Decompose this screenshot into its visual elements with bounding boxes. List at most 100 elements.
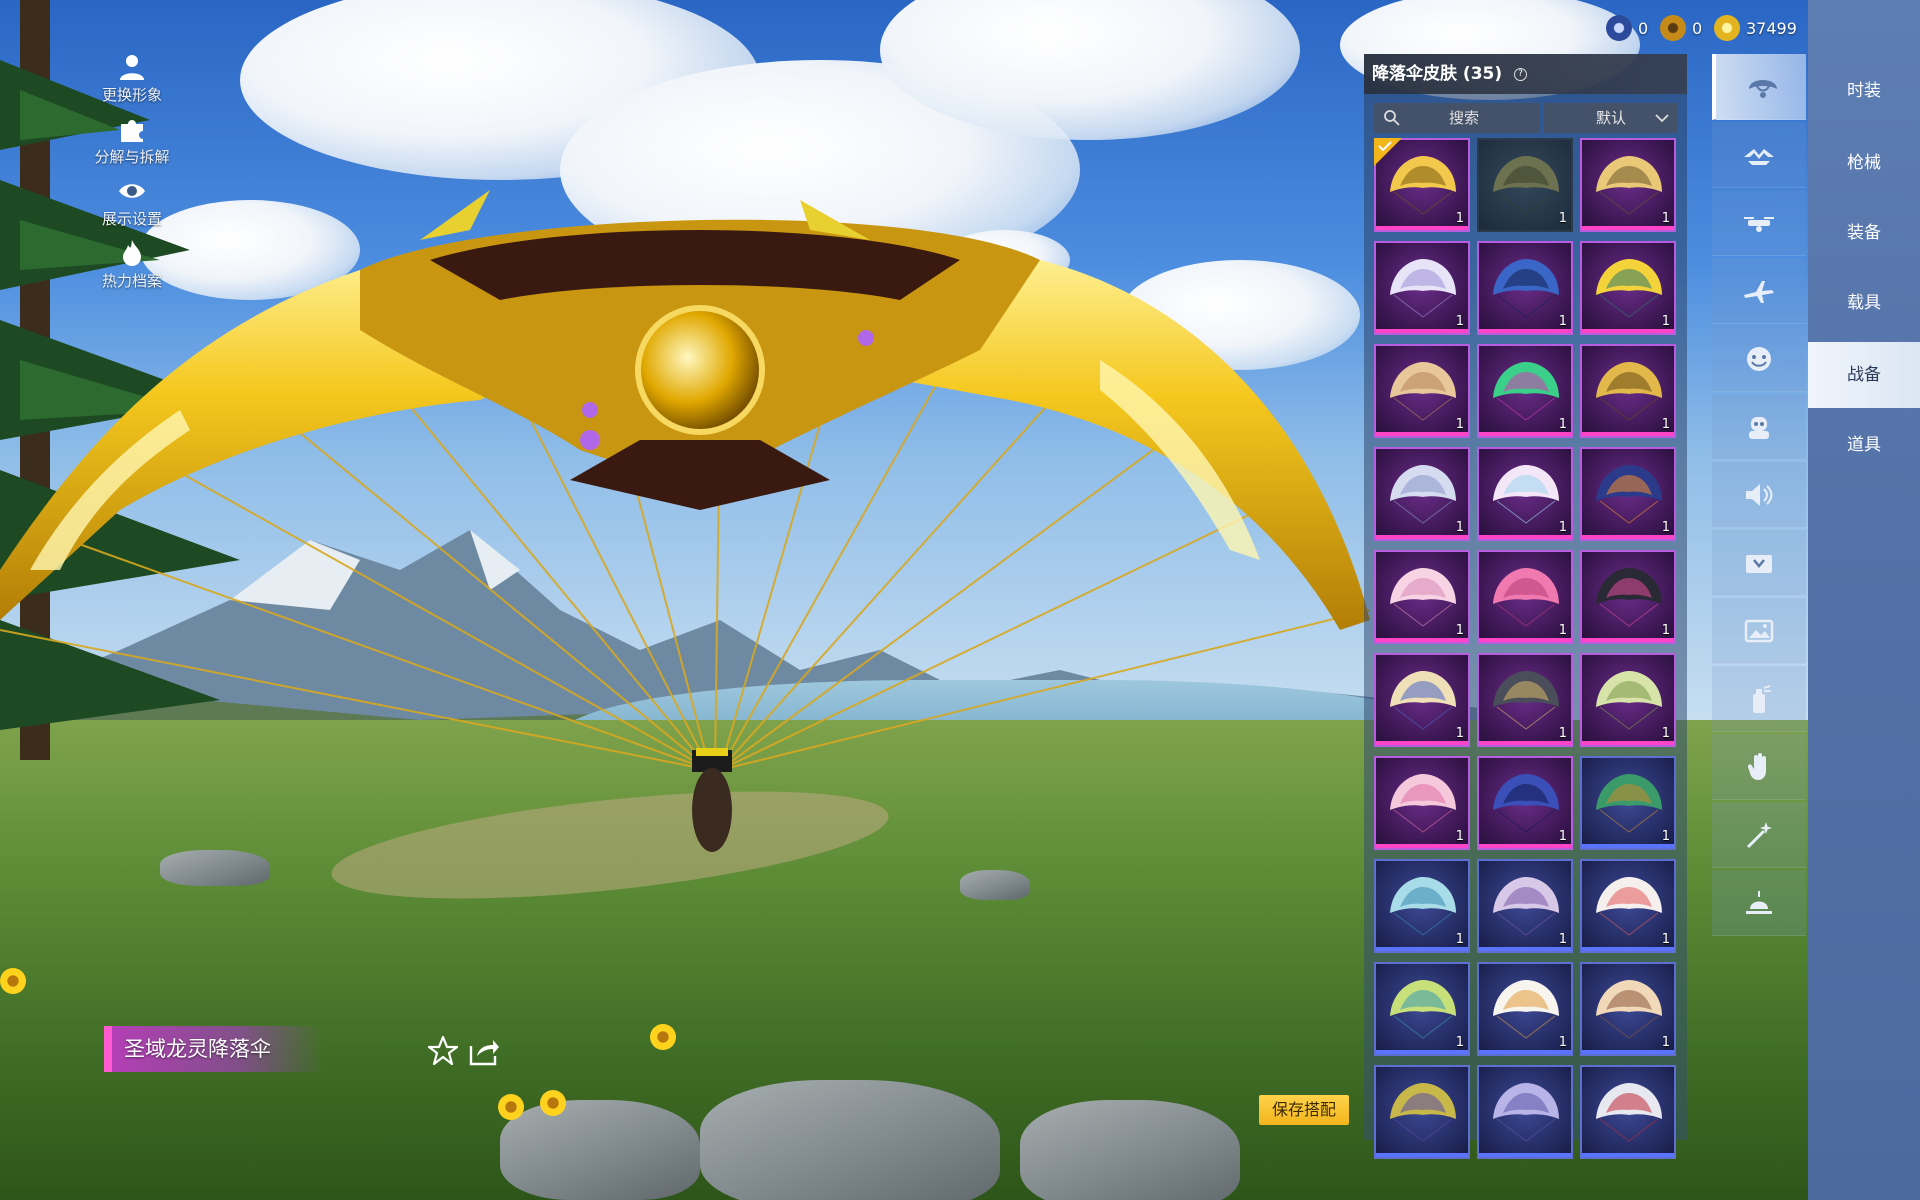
skin-tile[interactable]: 1 [1580, 138, 1676, 232]
skin-tile[interactable]: 1 [1477, 550, 1573, 644]
skin-tile[interactable]: 1 [1477, 241, 1573, 335]
heat-archive-button[interactable]: 热力档案 [88, 238, 176, 300]
skin-tile[interactable]: 1 [1374, 653, 1470, 747]
skin-tile[interactable]: 1 [1580, 344, 1676, 438]
flame-icon [123, 240, 141, 266]
skin-tile[interactable] [1374, 1065, 1470, 1159]
selected-item-name: 圣域龙灵降落伞 [104, 1026, 324, 1072]
search-box[interactable] [1374, 103, 1540, 133]
parachute-skin-icon [1493, 465, 1559, 524]
flower [540, 1090, 566, 1116]
category-gesture-hand[interactable] [1712, 734, 1806, 800]
category-picture[interactable] [1712, 598, 1806, 664]
skin-tile[interactable]: 1 [1477, 756, 1573, 850]
skin-quantity: 1 [1455, 726, 1464, 741]
category-emote-face[interactable] [1712, 326, 1806, 392]
checkmark-icon [1378, 141, 1392, 151]
category-airplane[interactable] [1712, 258, 1806, 324]
skin-tile[interactable]: 1 [1374, 859, 1470, 953]
tab-5[interactable]: 道具 [1808, 412, 1920, 478]
emote-face-icon [1747, 347, 1771, 371]
skin-tile[interactable] [1477, 1065, 1573, 1159]
decompose-label: 分解与拆解 [94, 148, 170, 166]
skin-quantity: 1 [1661, 520, 1670, 535]
uc-coin-value: 37499 [1746, 18, 1797, 38]
parachute-preview[interactable] [0, 150, 1400, 870]
skin-tile[interactable]: 1 [1580, 859, 1676, 953]
skin-tile[interactable]: 1 [1580, 447, 1676, 541]
change-appearance-button[interactable]: 更换形象 [88, 52, 176, 114]
skin-quantity: 1 [1558, 520, 1567, 535]
parachute-skin-icon [1493, 259, 1559, 318]
skin-tile[interactable]: 1 [1477, 344, 1573, 438]
skin-quantity: 1 [1455, 932, 1464, 947]
display-settings-button[interactable]: 展示设置 [88, 176, 176, 238]
skin-quantity: 1 [1558, 314, 1567, 329]
skin-tile[interactable] [1580, 1065, 1676, 1159]
tab-4[interactable]: 战备 [1808, 342, 1920, 408]
flower [498, 1094, 524, 1120]
skin-tile[interactable]: 1 [1477, 962, 1573, 1056]
favorite-star-icon[interactable] [426, 1034, 460, 1068]
parachute-skin-icon [1390, 362, 1456, 421]
search-icon [1384, 110, 1400, 126]
share-icon[interactable] [467, 1034, 501, 1068]
tab-1[interactable]: 枪械 [1808, 130, 1920, 196]
speaker-icon [1746, 484, 1773, 506]
skin-tile[interactable]: 1 [1580, 241, 1676, 335]
save-outfit-button[interactable]: 保存搭配 [1259, 1095, 1349, 1125]
skin-tile[interactable]: 1 [1580, 962, 1676, 1056]
tab-0[interactable]: 时装 [1808, 58, 1920, 124]
silver-coin-value: 0 [1692, 18, 1703, 38]
skin-quantity: 1 [1455, 417, 1464, 432]
category-companion[interactable] [1712, 394, 1806, 460]
heat-archive-label: 热力档案 [101, 272, 162, 290]
parachute-skin-icon [1390, 980, 1456, 1039]
skin-quantity: 1 [1455, 1035, 1464, 1050]
help-icon[interactable]: ? [1514, 67, 1528, 81]
skin-tile[interactable]: 1 [1374, 756, 1470, 850]
crate-icon [1746, 555, 1772, 573]
panel-title: 降落伞皮肤 [1372, 64, 1457, 84]
parachute-skin-icon [1596, 362, 1662, 421]
category-spray[interactable] [1712, 666, 1806, 732]
skin-tile[interactable]: 1 [1580, 653, 1676, 747]
skin-quantity: 1 [1558, 726, 1567, 741]
skin-tile[interactable]: 1 [1374, 138, 1470, 232]
category-speaker[interactable] [1712, 462, 1806, 528]
decompose-button[interactable]: 分解与拆解 [88, 114, 176, 176]
tab-2[interactable]: 装备 [1808, 200, 1920, 266]
category-glider[interactable] [1712, 122, 1806, 188]
skin-tile[interactable]: 1 [1374, 550, 1470, 644]
skin-tile[interactable]: 1 [1374, 241, 1470, 335]
skin-quantity: 1 [1455, 520, 1464, 535]
skin-quantity: 1 [1661, 211, 1670, 226]
skin-tile[interactable]: 1 [1477, 653, 1573, 747]
tab-3[interactable]: 载具 [1808, 270, 1920, 336]
skin-tile[interactable]: 1 [1580, 756, 1676, 850]
skin-tile[interactable]: 1 [1477, 859, 1573, 953]
category-landing[interactable] [1712, 870, 1806, 936]
skin-tile[interactable]: 1 [1374, 962, 1470, 1056]
sort-dropdown[interactable]: 默认 [1544, 103, 1678, 133]
search-input[interactable] [1404, 103, 1524, 133]
person-icon [120, 55, 144, 80]
skin-tile[interactable]: 1 [1477, 447, 1573, 541]
parachute-skin-icon [1596, 259, 1662, 318]
skin-tile[interactable]: 1 [1580, 550, 1676, 644]
change-appearance-label: 更换形象 [101, 86, 162, 104]
skin-tile[interactable]: 1 [1477, 138, 1573, 232]
skin-quantity: 1 [1558, 932, 1567, 947]
category-drone[interactable] [1712, 190, 1806, 256]
category-magic-wand[interactable] [1712, 802, 1806, 868]
parachute-skin-icon [1493, 980, 1559, 1039]
panel-header: 降落伞皮肤 (35) ? [1364, 54, 1687, 94]
category-parachute[interactable] [1712, 54, 1806, 120]
category-crate[interactable] [1712, 530, 1806, 596]
left-side-menu: 更换形象 分解与拆解 展示设置 热力档案 [88, 52, 176, 300]
silver-coin-icon [1660, 15, 1686, 41]
currency-bp: 0 [1606, 12, 1648, 44]
skin-tile[interactable]: 1 [1374, 344, 1470, 438]
skin-quantity: 1 [1661, 726, 1670, 741]
skin-tile[interactable]: 1 [1374, 447, 1470, 541]
